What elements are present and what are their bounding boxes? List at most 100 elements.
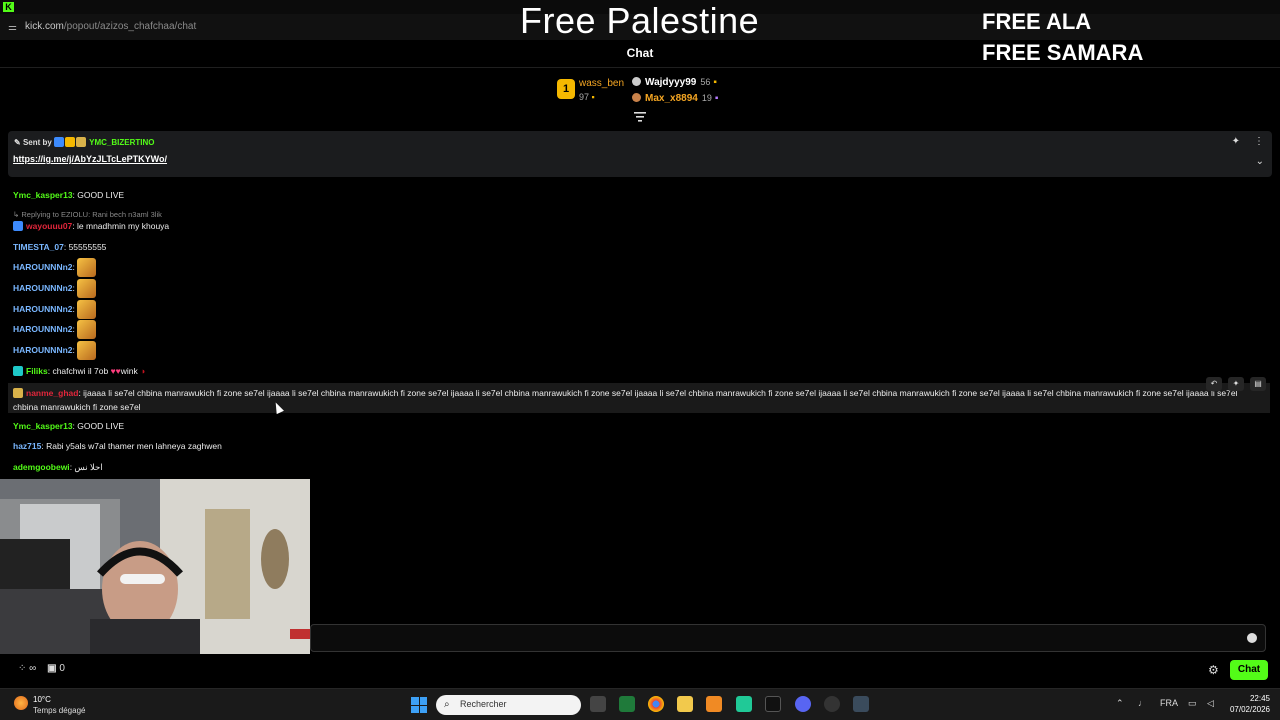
- pinned-message[interactable]: ✎ Sent by YMC_BIZERTINO https://ig.me/j/…: [8, 131, 1272, 177]
- infinity-icon: ∞: [29, 663, 37, 674]
- message-text: : Rabi y5als w7al thamer men lahneya zag…: [41, 441, 222, 451]
- network-icon[interactable]: ▭: [1188, 698, 1197, 709]
- site-settings-icon[interactable]: ⚌: [8, 22, 17, 33]
- language-indicator[interactable]: FRA: [1160, 698, 1178, 708]
- emote-image: [76, 341, 96, 360]
- app-icon[interactable]: [736, 696, 752, 712]
- chat-message[interactable]: Ymc_kasper13: GOOD LIVE: [13, 421, 124, 431]
- delete-icon[interactable]: ▤: [1250, 377, 1266, 391]
- gift-leaderboard: 1 wass_ben 97 ▪ Wajdyyy99 56 ▪ Max_x8894 19…: [555, 76, 735, 108]
- chat-message[interactable]: ademgoobewi: احلا نس: [13, 462, 103, 473]
- chat-message[interactable]: HAROUNNNn2:: [13, 300, 96, 319]
- app-icon[interactable]: [706, 696, 722, 712]
- taskbar-search[interactable]: ⌕ Rechercher: [436, 695, 581, 715]
- url-text[interactable]: kick.com/popout/azizos_chafchaa/chat: [25, 21, 196, 32]
- gear-icon[interactable]: ⚙: [1208, 663, 1219, 677]
- gift-icon: ▪: [713, 77, 717, 88]
- chat-bottom-bar: ⁘ ∞ ▣ 0 ⚙ Chat: [0, 658, 1280, 682]
- more-options-icon[interactable]: ⋮: [1254, 136, 1264, 147]
- windows-start-icon[interactable]: [411, 697, 427, 713]
- task-view-icon[interactable]: [590, 696, 606, 712]
- badge-icon: [13, 221, 23, 231]
- message-text: : ijaaaa li se7el chbina manrawukich fi …: [13, 388, 1238, 412]
- folder-icon[interactable]: [677, 696, 693, 712]
- chat-message[interactable]: TIMESTA_07: 55555555: [13, 242, 106, 252]
- leaderboard-row-2[interactable]: Wajdyyy99 56 ▪: [632, 77, 717, 88]
- message-user[interactable]: HAROUNNNn2: [13, 262, 73, 272]
- windows-taskbar: 10°C Temps dégagé ⌕ Rechercher ⌃ ♩ FRA ▭…: [0, 688, 1280, 720]
- chevron-down-icon[interactable]: ⌄: [1256, 156, 1264, 167]
- message-actions: ↶ ✦ ▤: [1206, 377, 1266, 391]
- chat-title: Chat: [626, 46, 654, 60]
- message-text: : 55555555: [63, 242, 107, 252]
- chat-message[interactable]: HAROUNNNn2:: [13, 279, 96, 298]
- reply-context[interactable]: ↳ Replying to EZIOLU: Rani bech n3aml 3l…: [13, 210, 162, 219]
- unpin-icon[interactable]: ✦: [1232, 136, 1240, 147]
- emote-image: [76, 320, 96, 339]
- chat-message[interactable]: HAROUNNNn2:: [13, 341, 96, 360]
- message-user[interactable]: HAROUNNNn2: [13, 345, 73, 355]
- message-user[interactable]: nanme_ghad: [26, 388, 78, 398]
- chat-message[interactable]: Filiks: chafchwi il 7ob ♥♥wink ◑: [13, 366, 145, 376]
- message-text: : chafchwi il 7ob: [47, 366, 109, 376]
- app-icon[interactable]: [619, 696, 635, 712]
- rank-badge: 1: [557, 79, 575, 99]
- message-user[interactable]: HAROUNNNn2: [13, 304, 73, 314]
- leaderboard-row-3[interactable]: Max_x8894 19 ▪: [632, 93, 718, 104]
- rank-3-icon: [632, 93, 641, 102]
- search-icon: ⌕: [444, 699, 450, 710]
- chrome-icon[interactable]: [648, 696, 664, 712]
- chat-message[interactable]: Ymc_kasper13: GOOD LIVE: [13, 190, 124, 200]
- chat-input-field[interactable]: [311, 625, 1265, 651]
- tray-chevron-icon[interactable]: ⌃: [1116, 698, 1124, 709]
- clock-time: 22:45: [1249, 694, 1270, 703]
- badge-icon: [54, 137, 65, 147]
- pin-icon[interactable]: ✦: [1228, 377, 1244, 391]
- chat-message[interactable]: HAROUNNNn2:: [13, 320, 96, 339]
- points-count: 0: [59, 663, 65, 674]
- pinned-user[interactable]: YMC_BIZERTINO: [89, 138, 154, 147]
- stream-stats: ⁘ ∞ ▣ 0: [18, 663, 65, 674]
- chat-send-button[interactable]: Chat: [1230, 660, 1268, 680]
- message-user[interactable]: HAROUNNNn2: [13, 283, 73, 293]
- chat-message[interactable]: HAROUNNNn2:: [13, 258, 96, 277]
- chat-message[interactable]: haz715: Rabi y5als w7al thamer men lahne…: [13, 441, 222, 451]
- webcam-image: [0, 479, 310, 654]
- capcut-icon[interactable]: [765, 696, 781, 712]
- volume-icon[interactable]: ◁: [1207, 698, 1214, 709]
- emote-image: [76, 258, 96, 277]
- clock[interactable]: 22:45 07/02/2026: [1228, 693, 1270, 715]
- message-user[interactable]: Ymc_kasper13: [13, 421, 73, 431]
- mic-icon[interactable]: ♩: [1138, 698, 1147, 708]
- emoji-icon[interactable]: [1247, 633, 1257, 643]
- filter-icon[interactable]: [634, 112, 646, 122]
- emote-image: [76, 300, 96, 319]
- chat-message[interactable]: wayouuu07: le mnadhmin my khouya: [13, 221, 169, 231]
- pinned-link[interactable]: https://ig.me/j/AbYzJLTcLePTKYWo/: [13, 154, 167, 164]
- rank-2-icon: [632, 77, 641, 86]
- connection-icon[interactable]: ⁘: [18, 663, 26, 674]
- message-user[interactable]: HAROUNNNn2: [13, 324, 73, 334]
- hovered-chat-message[interactable]: nanme_ghad: ijaaaa li se7el chbina manra…: [8, 377, 1270, 413]
- emote-image: [76, 279, 96, 298]
- overlay-line-1: FREE ALA: [982, 9, 1092, 34]
- chat-input[interactable]: [310, 624, 1266, 652]
- leaderboard-name: Max_x8894: [645, 93, 698, 104]
- badge-icon: [13, 388, 23, 398]
- message-user[interactable]: Filiks: [26, 366, 48, 376]
- reply-icon[interactable]: ↶: [1206, 377, 1222, 391]
- message-text: : GOOD LIVE: [72, 421, 125, 431]
- settings-app-icon[interactable]: [853, 696, 869, 712]
- obs-icon[interactable]: [824, 696, 840, 712]
- weather-temp: 10°C: [33, 695, 51, 704]
- gift-icon: ▪: [714, 93, 719, 104]
- points-icon[interactable]: ▣: [47, 663, 56, 674]
- message-user[interactable]: Ymc_kasper13: [13, 190, 73, 200]
- message-user[interactable]: wayouuu07: [26, 221, 72, 231]
- message-user[interactable]: ademgoobewi: [13, 462, 70, 472]
- message-user[interactable]: TIMESTA_07: [13, 242, 64, 252]
- message-user[interactable]: haz715: [13, 441, 41, 451]
- discord-icon[interactable]: [795, 696, 811, 712]
- message-tail: wink: [120, 366, 138, 376]
- leaderboard-count: 56: [700, 77, 711, 87]
